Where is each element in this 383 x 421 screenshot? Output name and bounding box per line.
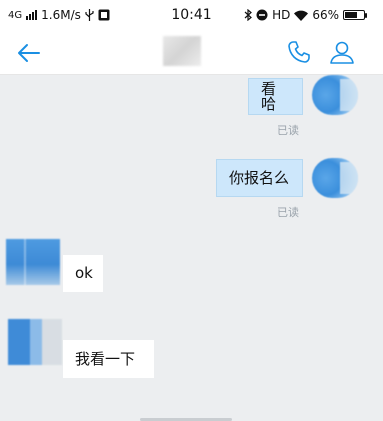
self-avatar[interactable] — [312, 75, 358, 115]
chat-screen: 4G 1.6M/s 10:41 HD 66% 看哈 已读 你报名么 已读 ok … — [0, 0, 383, 421]
person-icon — [330, 41, 354, 64]
read-status: 已读 — [277, 206, 299, 219]
self-avatar[interactable] — [312, 158, 358, 198]
read-status: 已读 — [277, 124, 299, 137]
message-text: 看哈 — [261, 79, 277, 113]
wifi-icon — [294, 10, 309, 21]
status-right: HD 66% — [244, 8, 367, 22]
message-text: 我看一下 — [75, 349, 136, 368]
battery-icon — [343, 10, 367, 20]
message-bubble-outgoing[interactable]: 看哈 — [248, 78, 303, 115]
do-not-disturb-icon — [256, 9, 268, 21]
back-button[interactable] — [14, 38, 44, 68]
message-text: 你报名么 — [229, 168, 290, 187]
call-button[interactable] — [286, 39, 312, 65]
battery-level — [345, 12, 357, 18]
chat-header — [0, 30, 383, 75]
message-list[interactable]: 看哈 已读 你报名么 已读 ok 我看一下 — [0, 75, 383, 421]
contact-name-redacted — [163, 36, 201, 66]
battery-percent: 66% — [312, 8, 339, 22]
hd-label: HD — [272, 8, 291, 22]
status-bar: 4G 1.6M/s 10:41 HD 66% — [0, 0, 383, 30]
arrow-left-icon — [18, 44, 40, 62]
profile-button[interactable] — [328, 38, 356, 66]
phone-icon — [288, 41, 310, 63]
contact-avatar[interactable] — [6, 239, 60, 285]
message-bubble-outgoing[interactable]: 你报名么 — [216, 159, 303, 197]
bluetooth-icon — [244, 9, 252, 21]
message-bubble-incoming[interactable]: ok — [63, 255, 103, 292]
message-text: ok — [75, 264, 93, 282]
message-bubble-incoming[interactable]: 我看一下 — [63, 340, 154, 378]
contact-avatar[interactable] — [8, 319, 62, 365]
